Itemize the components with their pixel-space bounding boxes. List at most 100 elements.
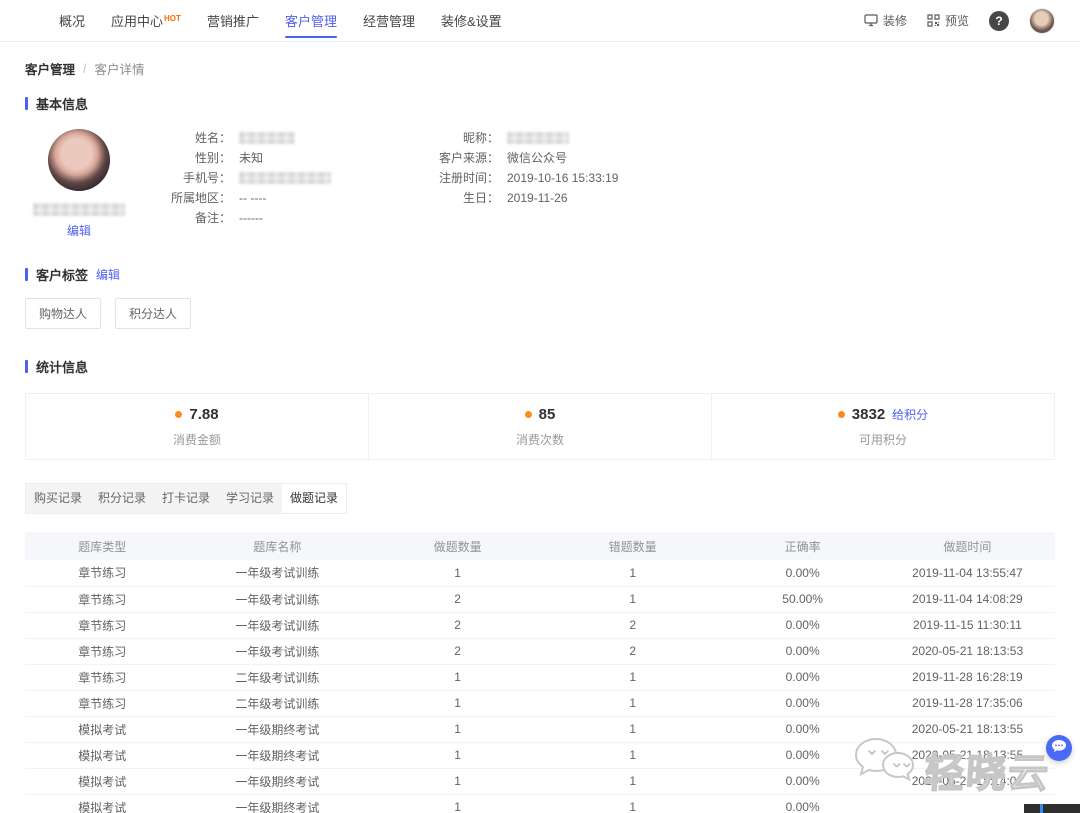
statistics-box: 7.88消费金额85消费次数3832给积分可用积分 [25, 393, 1055, 460]
preview-button[interactable]: 预览 [927, 12, 969, 29]
table-cell: 2020-05-21 18:13:53 [880, 638, 1055, 664]
table-cell: 2 [540, 612, 725, 638]
redacted-value [239, 132, 295, 144]
field-value: 微信公众号 [507, 149, 567, 166]
help-button[interactable]: ? [989, 11, 1009, 31]
table-row: 章节练习一年级考试训练2150.00%2019-11-04 14:08:29 [25, 586, 1055, 612]
main-nav: 概况应用中心HOT 营销推广客户管理经营管理装修&设置 [59, 0, 502, 43]
orange-dot-icon [525, 411, 532, 418]
field-label: 所属地区： [155, 189, 231, 206]
basic-info-title-text: 基本信息 [36, 94, 88, 113]
table-cell: 1 [540, 742, 725, 768]
redacted-customer-name [33, 203, 125, 216]
tab-checkin-records[interactable]: 打卡记录 [154, 484, 218, 513]
chat-bubble-button[interactable] [1046, 735, 1072, 761]
table-cell: 模拟考试 [25, 742, 180, 768]
field-row: 备注： ------ [155, 211, 423, 224]
table-cell: 二年级考试训练 [180, 664, 376, 690]
table-cell: 1 [540, 664, 725, 690]
tab-points-records[interactable]: 积分记录 [90, 484, 154, 513]
give-points-link[interactable]: 给积分 [892, 406, 928, 423]
stat-value-row: 3832给积分 [838, 406, 928, 423]
table-cell: 1 [540, 716, 725, 742]
decorate-button[interactable]: 装修 [864, 12, 907, 29]
table-cell: 2019-11-04 13:55:47 [880, 560, 1055, 586]
table-cell: 0.00% [725, 794, 880, 813]
edit-tags-link[interactable]: 编辑 [96, 266, 120, 283]
table-row: 章节练习一年级考试训练220.00%2020-05-21 18:13:53 [25, 638, 1055, 664]
stat-item: 7.88消费金额 [26, 394, 368, 459]
customer-avatar-column: 编辑 [25, 129, 133, 239]
decorate-label: 装修 [883, 12, 907, 29]
stat-item: 85消费次数 [368, 394, 711, 459]
table-header-cell: 做题时间 [880, 532, 1055, 560]
stat-value-row: 85 [525, 406, 556, 423]
chat-bubble-icon [1052, 739, 1066, 757]
table-cell: 一年级期终考试 [180, 742, 376, 768]
field-value: ------ [239, 211, 263, 225]
table-cell: 0.00% [725, 690, 880, 716]
field-value: 2019-11-26 [507, 191, 568, 205]
top-navbar: 概况应用中心HOT 营销推广客户管理经营管理装修&设置 装修 预览 ? [0, 0, 1080, 42]
table-cell: 1 [540, 768, 725, 794]
orange-dot-icon [838, 411, 845, 418]
table-cell: 一年级考试训练 [180, 612, 376, 638]
field-label: 客户来源： [423, 149, 499, 166]
field-label: 注册时间： [423, 169, 499, 186]
field-row: 注册时间： 2019-10-16 15:33:19 [423, 171, 753, 184]
record-tabs: 购买记录积分记录打卡记录学习记录做题记录 [25, 483, 347, 514]
field-row: 手机号： [155, 171, 423, 184]
field-label: 备注： [155, 209, 231, 226]
redacted-value [507, 132, 569, 144]
table-cell: 0.00% [725, 664, 880, 690]
table-cell: 2019-11-28 17:35:06 [880, 690, 1055, 716]
field-row: 所属地区： -- ---- [155, 191, 423, 204]
user-avatar[interactable] [1029, 8, 1055, 34]
stat-value-row: 7.88 [175, 406, 218, 423]
corner-bar-progress-tick [1040, 804, 1043, 813]
tab-purchase-records[interactable]: 购买记录 [26, 484, 90, 513]
table-header-cell: 做题数量 [375, 532, 540, 560]
tag-row: 购物达人积分达人 [25, 298, 1055, 329]
quiz-records-table: 题库类型题库名称做题数量错题数量正确率做题时间 章节练习一年级考试训练110.0… [25, 532, 1055, 813]
table-cell: 2 [375, 586, 540, 612]
table-row: 章节练习一年级考试训练110.00%2019-11-04 13:55:47 [25, 560, 1055, 586]
table-cell: 1 [375, 716, 540, 742]
table-cell: 1 [540, 690, 725, 716]
nav-item-app-center[interactable]: 应用中心HOT [111, 0, 181, 43]
nav-item-decorate-settings[interactable]: 装修&设置 [441, 0, 502, 43]
table-cell: 0.00% [725, 742, 880, 768]
table-cell: 1 [375, 794, 540, 813]
table-header-cell: 题库名称 [180, 532, 376, 560]
fields-left-column: 姓名：性别：未知手机号：所属地区：-- ----备注：------ [155, 131, 423, 239]
table-row: 章节练习一年级考试训练220.00%2019-11-15 11:30:11 [25, 612, 1055, 638]
breadcrumb-customer-detail: 客户详情 [95, 59, 145, 78]
field-value: 未知 [239, 149, 263, 166]
table-row: 模拟考试一年级期终考试110.00%2020-05-21 18:13:55 [25, 742, 1055, 768]
table-cell: 章节练习 [25, 586, 180, 612]
breadcrumb-separator: / [83, 62, 86, 76]
table-cell: 一年级期终考试 [180, 716, 376, 742]
table-cell: 1 [540, 560, 725, 586]
tab-quiz-records[interactable]: 做题记录 [282, 484, 346, 513]
nav-item-overview[interactable]: 概况 [59, 0, 85, 43]
breadcrumb-customer-management[interactable]: 客户管理 [25, 59, 75, 78]
field-label: 性别： [155, 149, 231, 166]
field-value: -- ---- [239, 191, 266, 205]
customer-fields: 姓名：性别：未知手机号：所属地区：-- ----备注：------ 昵称：客户来… [155, 131, 753, 239]
nav-item-customer-management[interactable]: 客户管理 [285, 0, 337, 43]
customer-tag: 积分达人 [115, 298, 191, 329]
field-label: 昵称： [423, 129, 499, 146]
tab-study-records[interactable]: 学习记录 [218, 484, 282, 513]
field-value: 2019-10-16 15:33:19 [507, 171, 618, 185]
table-cell: 0.00% [725, 638, 880, 664]
basic-info-block: 编辑 姓名：性别：未知手机号：所属地区：-- ----备注：------ 昵称：… [25, 129, 1055, 239]
table-row: 模拟考试一年级期终考试110.00% [25, 794, 1055, 813]
nav-item-marketing-promotion[interactable]: 营销推广 [207, 0, 259, 43]
screen-corner-bar [1024, 804, 1080, 813]
nav-item-business-management[interactable]: 经营管理 [363, 0, 415, 43]
table-cell: 0.00% [725, 560, 880, 586]
table-cell: 一年级期终考试 [180, 794, 376, 813]
edit-profile-link[interactable]: 编辑 [67, 222, 91, 239]
field-row: 昵称： [423, 131, 753, 144]
